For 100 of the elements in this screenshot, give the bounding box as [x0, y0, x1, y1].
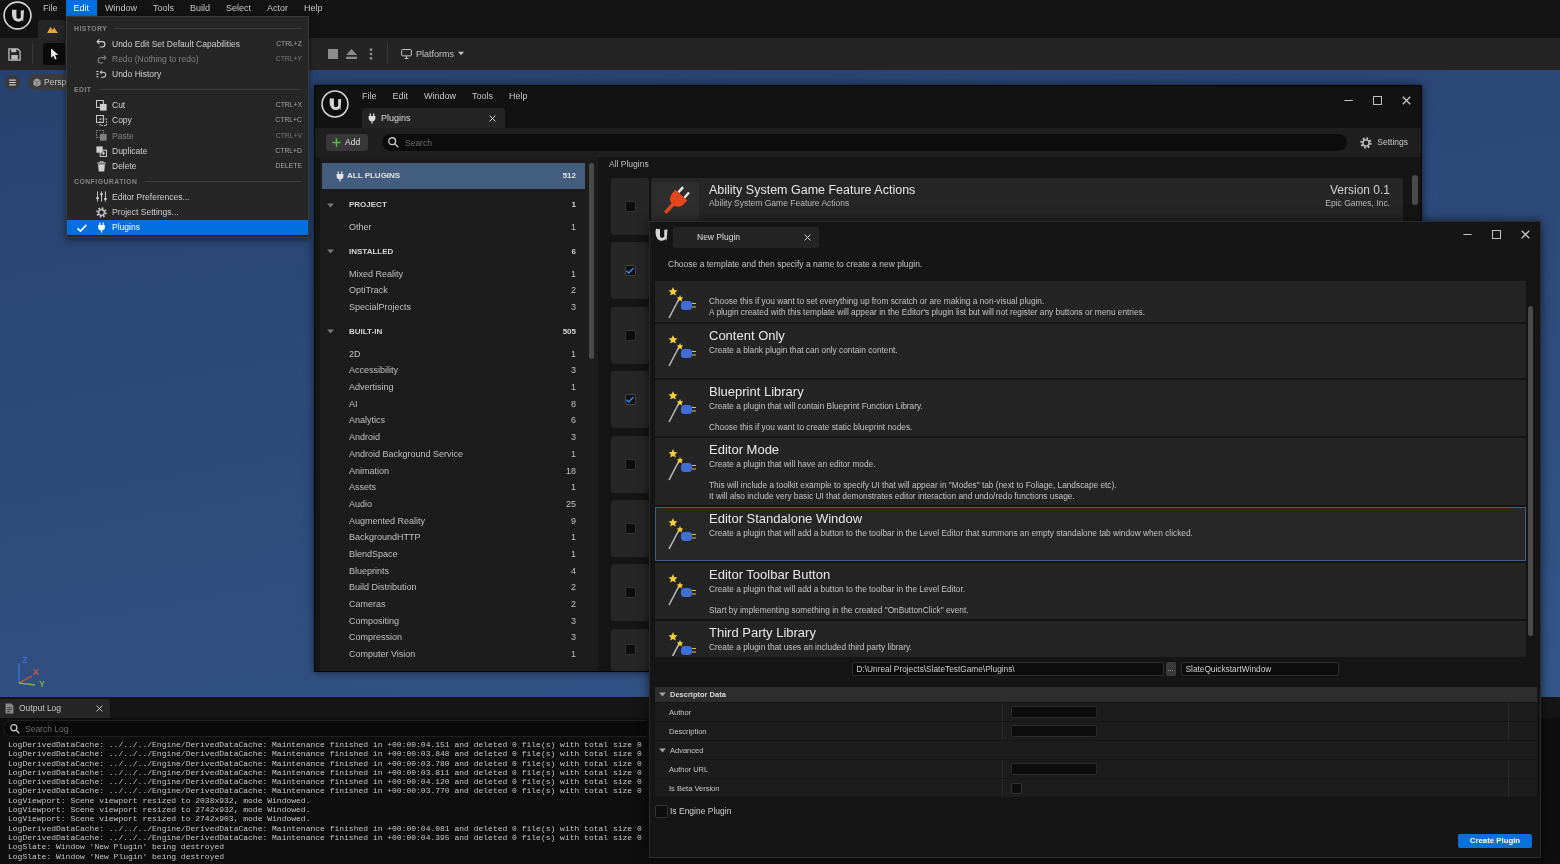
view-mode-button[interactable]: Persp — [28, 74, 67, 90]
category-item[interactable]: Animation 18 — [322, 462, 585, 480]
category-item[interactable]: Analytics 6 — [322, 412, 585, 430]
category-item[interactable]: Compositing 3 — [322, 612, 585, 630]
category-group[interactable]: INSTALLED 6 — [322, 240, 585, 263]
search-field[interactable]: Search Log — [3, 720, 647, 737]
close-icon[interactable] — [96, 705, 103, 712]
category-item[interactable]: Accessibility 3 — [322, 362, 585, 380]
close-icon[interactable] — [1521, 230, 1530, 239]
menu-item[interactable]: Plugins — [67, 219, 308, 236]
platforms-button[interactable]: Platforms — [397, 45, 468, 63]
category-item[interactable]: BackgroundHTTP 1 — [322, 529, 585, 546]
category-item[interactable]: Blueprints 4 — [322, 562, 585, 580]
item-count: 1 — [571, 348, 576, 360]
menu-item[interactable]: Select — [218, 0, 260, 16]
maximize-icon[interactable] — [1373, 95, 1382, 105]
checkbox[interactable] — [655, 804, 668, 818]
save-icon[interactable] — [8, 47, 21, 61]
category-item[interactable]: BlendSpace 1 — [322, 546, 585, 563]
menu-icon[interactable] — [5, 74, 20, 90]
template-item[interactable] — [655, 281, 1526, 322]
menu-item[interactable]: Undo History — [67, 66, 308, 83]
name-field[interactable]: SlateQuickstartWindow — [1180, 662, 1339, 676]
more-icon[interactable] — [369, 48, 373, 60]
menu-item[interactable]: Help — [501, 90, 536, 102]
checkbox[interactable] — [624, 587, 636, 599]
scrollbar-thumb[interactable] — [589, 163, 594, 359]
settings-button[interactable]: Settings — [1360, 136, 1408, 149]
checkbox[interactable] — [624, 458, 636, 470]
new-plugin-tab[interactable]: New Plugin — [673, 227, 819, 248]
template-item[interactable] — [655, 438, 1526, 505]
menu-item[interactable]: Tools — [145, 0, 183, 16]
logo-icon[interactable] — [2, 1, 32, 30]
category-item[interactable]: Mixed Reality 1 — [322, 265, 585, 283]
category-item[interactable]: ALL PLUGINS 512 — [322, 163, 585, 189]
close-icon[interactable] — [489, 114, 496, 122]
template-detail: Choose this if you want to set everything up from scratch or are making a non-visual plugin. — [709, 296, 1045, 307]
template-item[interactable]: Blueprint Library Create a plugin that will contain Blueprint Function Library. Choose this if you want to create static blueprint nodes. — [655, 380, 1526, 436]
menu-item[interactable]: Window — [416, 90, 465, 102]
menu-item[interactable]: Window — [97, 0, 146, 16]
category-group[interactable]: BUILT-IN 505 — [322, 320, 585, 343]
text-field[interactable] — [1011, 763, 1097, 775]
menu-item[interactable]: Project Settings... — [67, 204, 308, 220]
search-field[interactable]: Search — [382, 134, 1348, 151]
menu-item[interactable]: Tools — [464, 90, 502, 102]
category-item[interactable]: Assets 1 — [322, 479, 585, 496]
menu-item[interactable]: Edit — [65, 0, 98, 16]
category-item[interactable]: 2D 1 — [322, 345, 585, 363]
category-item[interactable]: Cameras 2 — [322, 596, 585, 613]
template-item[interactable]: Third Party Library Create a plugin that uses an included third party library. — [655, 621, 1526, 657]
close-icon[interactable] — [804, 234, 811, 241]
checkbox[interactable] — [624, 644, 636, 656]
menu-item[interactable]: Edit — [384, 90, 417, 102]
checkbox[interactable] — [1011, 782, 1022, 794]
menu-item[interactable]: Actor — [259, 0, 297, 16]
category-item[interactable]: Advertising 1 — [322, 379, 585, 396]
text-field[interactable] — [1011, 725, 1097, 737]
menu-item[interactable]: Editor Preferences... — [67, 189, 308, 205]
checkbox[interactable] — [624, 329, 636, 341]
checkbox[interactable] — [624, 265, 636, 277]
menu-item[interactable]: File — [354, 90, 385, 102]
checkbox[interactable] — [624, 394, 636, 406]
menu-item[interactable]: File — [35, 0, 66, 16]
folder-field[interactable]: D:\Unreal Projects\SlateTestGame\Plugins\ — [851, 662, 1164, 676]
item-count: 18 — [566, 465, 576, 477]
menu-item[interactable]: Build — [182, 0, 219, 16]
category-group[interactable]: PROJECT 1 — [322, 194, 585, 216]
category-item[interactable]: Audio 25 — [322, 495, 585, 513]
checkbox[interactable] — [624, 201, 636, 212]
scrollbar-thumb[interactable] — [1528, 306, 1533, 636]
category-item[interactable]: Augmented Reality 9 — [322, 512, 585, 530]
category-item[interactable]: SpecialProjects 3 — [322, 299, 585, 316]
template-description: Create a blank plugin that can only contain content. — [709, 345, 898, 356]
logo-icon[interactable] — [321, 90, 349, 118]
category-item[interactable]: OptiTrack 2 — [322, 282, 585, 300]
category-item[interactable]: Computer Vision 1 — [322, 646, 585, 663]
menu-item[interactable]: Help — [296, 0, 331, 16]
template-item[interactable]: Editor Standalone Window Create a plugin that will add a button to the toolbar in the Level Editor that summons an empty standalone tab window when clicked. — [655, 507, 1526, 561]
add-button[interactable]: Add — [326, 134, 368, 151]
logo-icon[interactable] — [655, 228, 668, 242]
select-mode-button[interactable] — [43, 43, 65, 65]
category-item[interactable]: Android 3 — [322, 429, 585, 446]
eject-icon[interactable] — [346, 49, 357, 59]
close-icon[interactable] — [1402, 95, 1411, 105]
search-input[interactable]: Search Log — [25, 722, 647, 735]
template-item[interactable]: Content Only Create a blank plugin that can only contain content. — [655, 324, 1526, 378]
category-item[interactable]: AI 8 — [322, 395, 585, 413]
text-field[interactable] — [1011, 706, 1097, 718]
category-item[interactable]: Android Background Service 1 — [322, 445, 585, 463]
category-item[interactable]: Build Distribution 2 — [322, 579, 585, 597]
level-tab[interactable] — [38, 20, 66, 38]
category-item[interactable]: Other 1 — [322, 219, 585, 236]
scrollbar-thumb[interactable] — [1412, 175, 1418, 205]
template-item[interactable]: Editor Toolbar Button Create a plugin that will add a button to the toolbar in the Level Editor. Start by implementing something in the created "OnButtonClick" event. — [655, 563, 1526, 619]
search-input[interactable]: Search — [405, 136, 1348, 149]
plugins-tab[interactable]: Plugins — [362, 108, 505, 128]
maximize-icon[interactable] — [1492, 230, 1501, 239]
checkbox[interactable] — [624, 522, 636, 534]
output-log-tab[interactable]: Output Log — [0, 699, 110, 718]
category-item[interactable]: Compression 3 — [322, 629, 585, 647]
